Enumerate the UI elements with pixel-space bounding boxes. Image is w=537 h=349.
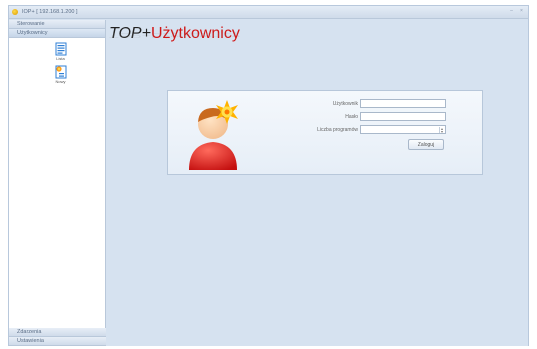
page-title-reflection-text: Użytkownicy <box>150 31 240 39</box>
page-title-reflection: TOP+Użytkownicy <box>109 31 240 39</box>
sidebar-bottom: Zdarzenia Ustawienia <box>9 328 106 346</box>
close-icon[interactable]: × <box>519 9 524 14</box>
login-panel: Użytkownik Hasło Liczba programów ▴ ▾ Zal… <box>167 90 483 175</box>
sidebar-item-label: Lista <box>56 56 65 61</box>
title-bar: IOP+ [ 192.168.1.200 ] – × <box>9 6 528 19</box>
password-label: Hasło <box>345 114 358 120</box>
program-count-label: Liczba programów <box>317 127 358 133</box>
sidebar-section-zdarzenia[interactable]: Zdarzenia <box>9 328 106 337</box>
sidebar-item-lista[interactable]: Lista <box>9 42 106 65</box>
window-controls: – × <box>509 9 524 14</box>
sidebar-section-sterowanie[interactable]: Sterowanie <box>9 20 105 29</box>
program-count-row: Liczba programów ▴ ▾ <box>278 125 448 135</box>
user-avatar-icon <box>189 100 238 170</box>
spinner-arrows-icon[interactable]: ▴ ▾ <box>439 127 444 134</box>
program-count-input[interactable]: ▴ ▾ <box>360 125 446 134</box>
window-title: IOP+ [ 192.168.1.200 ] <box>22 9 78 15</box>
login-button[interactable]: Zaloguj <box>408 139 444 150</box>
sidebar-icon-list: Lista Nowy <box>9 38 105 88</box>
page-title-reflection-prefix: TOP+ <box>109 31 151 39</box>
document-new-icon <box>55 65 66 79</box>
sidebar-item-nowy[interactable]: Nowy <box>9 65 106 88</box>
app-icon <box>12 9 18 15</box>
sidebar-section-uzytkownicy[interactable]: Użytkownicy <box>9 29 105 38</box>
sidebar-item-label: Nowy <box>55 79 66 84</box>
password-row: Hasło <box>278 112 448 122</box>
username-input[interactable] <box>360 99 446 108</box>
minimize-icon[interactable]: – <box>509 9 514 14</box>
sidebar-section-ustawienia[interactable]: Ustawienia <box>9 337 106 346</box>
sidebar: Sterowanie Użytkownicy Lista Nowy Zdarze… <box>9 20 106 346</box>
main-area: TOP+Użytkownicy TOP+Użytkownicy Użytkown… <box>106 20 528 346</box>
username-label: Użytkownik <box>332 101 358 107</box>
app-window: IOP+ [ 192.168.1.200 ] – × Sterowanie Uż… <box>8 5 529 346</box>
password-input[interactable] <box>360 112 446 121</box>
username-row: Użytkownik <box>278 99 448 109</box>
document-list-icon <box>55 42 66 56</box>
